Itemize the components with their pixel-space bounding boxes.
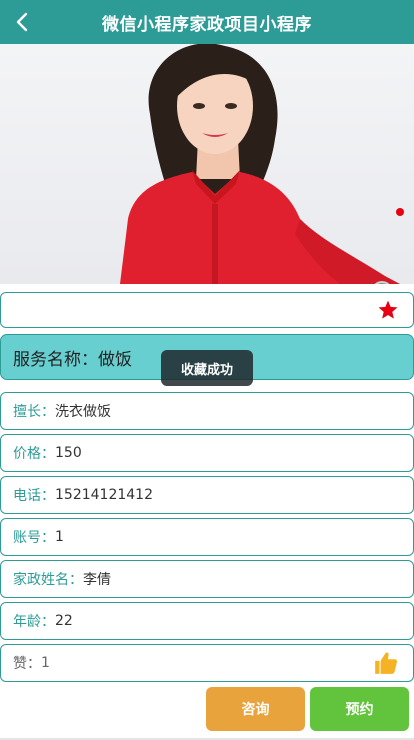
housekeeper-name-label: 家政姓名： <box>13 572 83 588</box>
service-name-label: 服务名称： <box>13 349 98 370</box>
age-value: 22 <box>55 613 73 629</box>
likes-label: 赞： <box>13 656 41 672</box>
detail-row-likes: 赞： 1 <box>0 644 414 682</box>
app-root: 微信小程序家政项目小程序 服务名称： 做饭 擅长： 洗衣做饭 价格： 150 电… <box>0 0 414 740</box>
age-label: 年龄： <box>13 614 55 630</box>
account-value: 1 <box>55 529 64 545</box>
toast-message: 收藏成功 <box>161 350 253 386</box>
detail-row-account: 账号： 1 <box>0 518 414 556</box>
housekeeper-name-value: 李倩 <box>83 572 111 588</box>
page-title: 微信小程序家政项目小程序 <box>102 14 312 35</box>
detail-row-name: 家政姓名： 李倩 <box>0 560 414 598</box>
carousel-indicator[interactable] <box>396 208 404 216</box>
likes-value: 1 <box>41 655 50 671</box>
detail-row-phone: 电话： 15214121412 <box>0 476 414 514</box>
chevron-left-icon <box>16 12 28 32</box>
specialty-value: 洗衣做饭 <box>55 404 111 420</box>
price-label: 价格： <box>13 446 55 462</box>
thumbs-up-icon[interactable] <box>373 650 399 676</box>
detail-row-specialty: 擅长： 洗衣做饭 <box>0 392 414 430</box>
service-name-value: 做饭 <box>98 349 132 370</box>
price-value: 150 <box>55 445 82 461</box>
specialty-label: 擅长： <box>13 404 55 420</box>
phone-value: 15214121412 <box>55 487 153 503</box>
book-button[interactable]: 预约 <box>310 687 409 731</box>
consult-button[interactable]: 咨询 <box>206 687 305 731</box>
favorite-bar <box>0 292 414 328</box>
hero-illustration <box>120 44 400 284</box>
hero-photo <box>0 44 414 284</box>
nav-bar: 微信小程序家政项目小程序 <box>0 0 414 44</box>
phone-label: 电话： <box>13 488 55 504</box>
detail-row-age: 年龄： 22 <box>0 602 414 640</box>
star-icon[interactable] <box>377 299 399 321</box>
back-button[interactable] <box>6 6 38 38</box>
account-label: 账号： <box>13 530 55 546</box>
detail-row-price: 价格： 150 <box>0 434 414 472</box>
